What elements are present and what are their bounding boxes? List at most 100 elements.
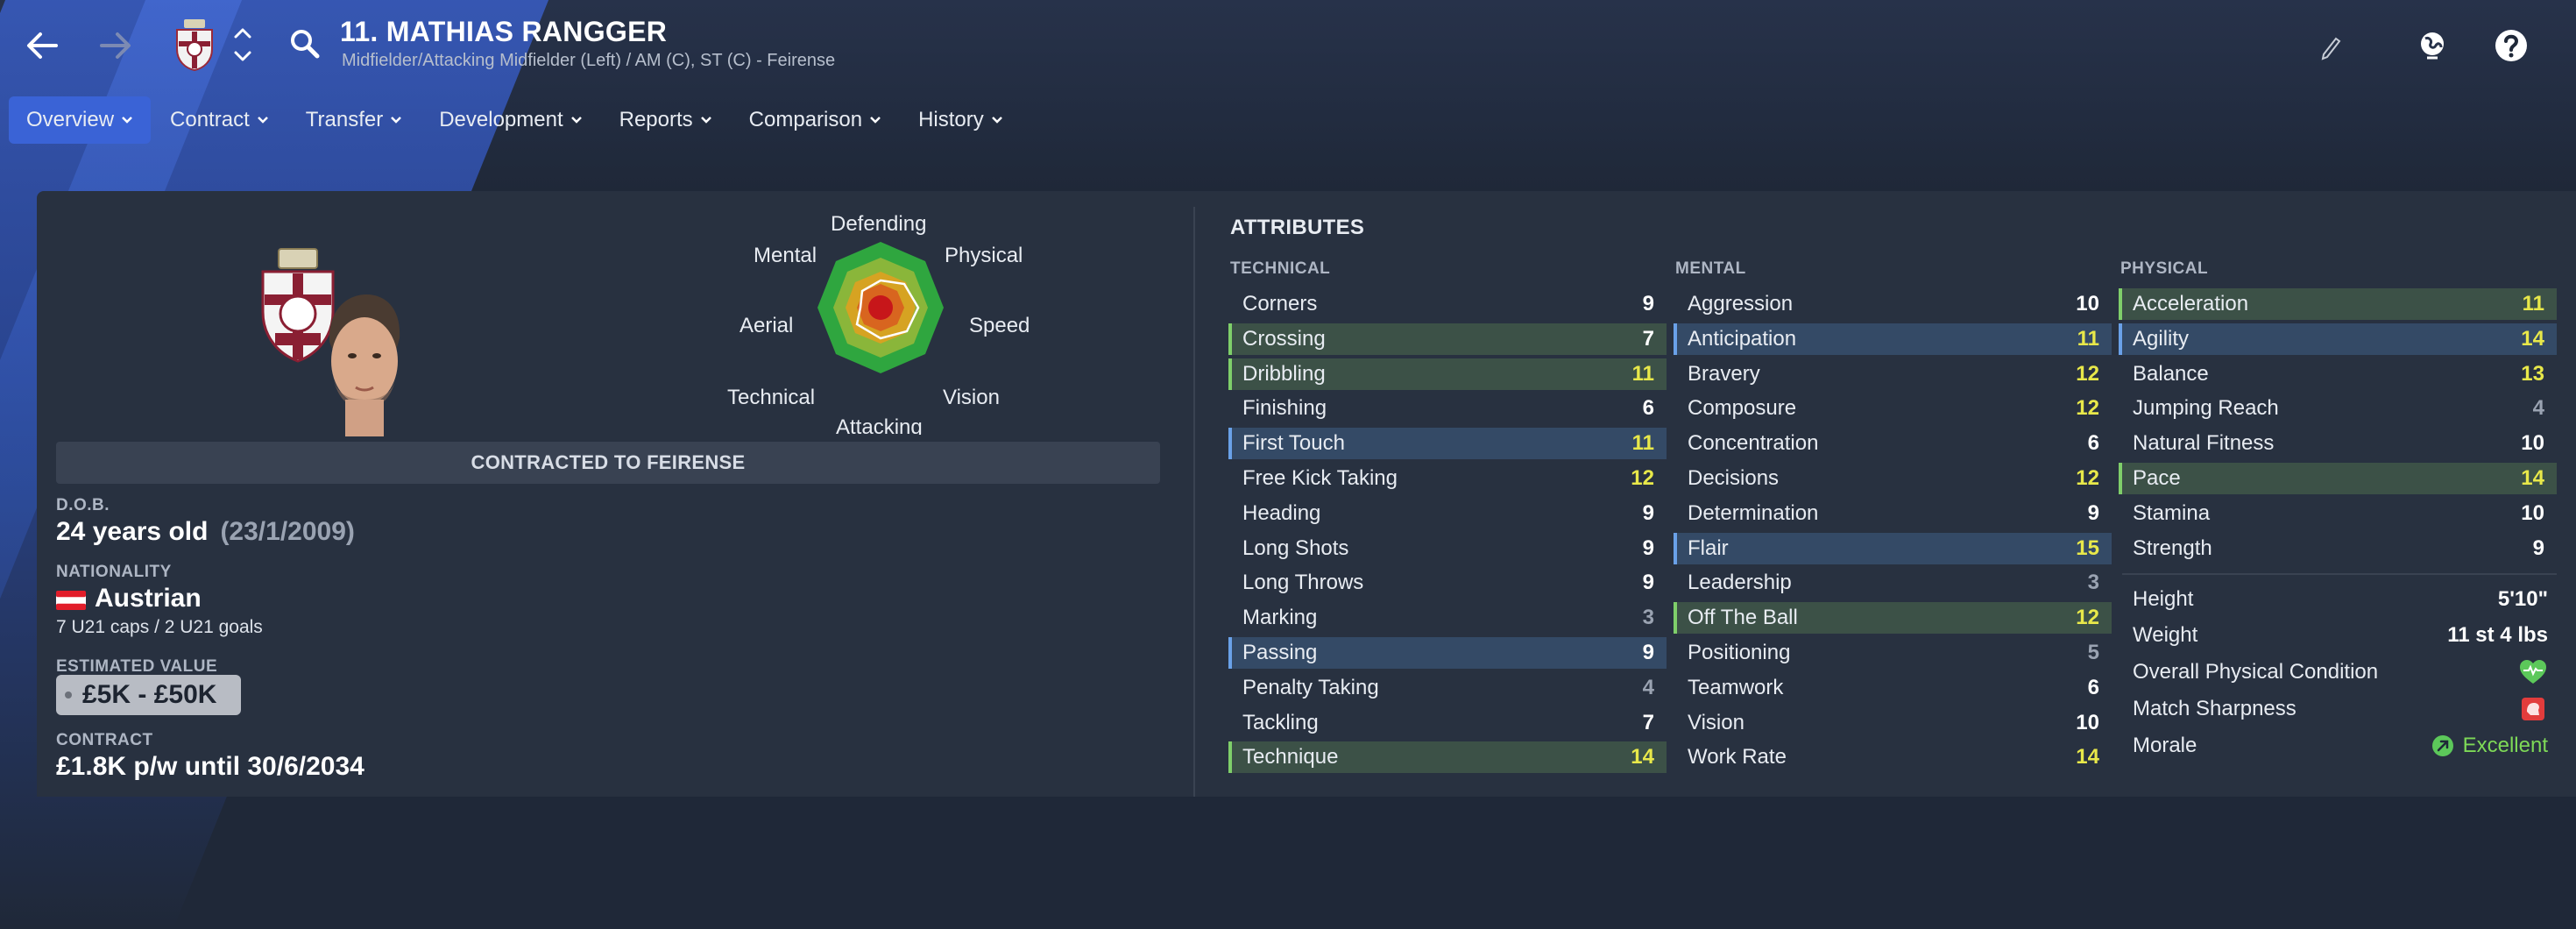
radar-core [868,295,893,320]
attribute-row-penalty-taking[interactable]: Penalty Taking 4 [1228,672,1667,704]
nationality-label: NATIONALITY [56,563,172,581]
search-icon[interactable] [287,26,322,61]
attribute-row-long-throws[interactable]: Long Throws 9 [1228,567,1667,599]
attribute-row-anticipation[interactable]: Anticipation 11 [1674,323,2112,355]
attribute-name: Flair [1688,535,1729,560]
attribute-row-concentration[interactable]: Concentration 6 [1674,428,2112,459]
attribute-name: Pace [2133,466,2181,490]
attribute-name: Stamina [2133,500,2211,525]
contract-label: CONTRACT [56,731,153,749]
attributes-title: ATTRIBUTES [1230,216,1365,239]
attribute-row-pace[interactable]: Pace 14 [2119,463,2557,494]
tab-label: Development [439,108,563,131]
attribute-row-stamina[interactable]: Stamina 10 [2119,498,2557,529]
attribute-value: 12 [2076,466,2099,490]
height-value: 5'10" [2497,587,2548,611]
radar-label-technical: Technical [727,386,816,409]
weight-row: Weight 11 st 4 lbs [2122,618,2557,653]
globe-icon[interactable] [2415,28,2450,63]
attribute-value: 3 [2087,571,2099,595]
club-crest-icon[interactable] [172,18,217,72]
dob-label: D.O.B. [56,496,110,514]
tab-comparison[interactable]: Comparison [732,96,899,144]
height-row: Height 5'10" [2122,582,2557,617]
attribute-row-aggression[interactable]: Aggression 10 [1674,288,2112,320]
value-label: ESTIMATED VALUE [56,657,218,676]
tab-development[interactable]: Development [421,96,599,144]
attribute-row-natural-fitness[interactable]: Natural Fitness 10 [2119,428,2557,459]
attribute-value: 9 [1642,641,1654,664]
attribute-row-work-rate[interactable]: Work Rate 14 [1674,741,2112,773]
nationality-value: Austrian [95,584,202,613]
tab-contract[interactable]: Contract [152,96,287,144]
attribute-row-passing[interactable]: Passing 9 [1228,637,1667,669]
pencil-icon[interactable] [2318,28,2343,63]
attribute-row-jumping-reach[interactable]: Jumping Reach 4 [2119,393,2557,424]
attribute-row-agility[interactable]: Agility 14 [2119,323,2557,355]
attribute-row-finishing[interactable]: Finishing 6 [1228,393,1667,424]
radar-label-physical: Physical [945,244,1023,267]
morale-row[interactable]: Morale Excellent [2122,728,2557,763]
help-icon[interactable] [2494,28,2529,63]
attribute-name: Dribbling [1242,361,1326,386]
tab-history[interactable]: History [901,96,1021,144]
attribute-name: Heading [1242,500,1321,525]
attribute-value: 11 [2522,292,2544,316]
attribute-row-technique[interactable]: Technique 14 [1228,741,1667,774]
condition-row[interactable]: Overall Physical Condition [2122,655,2557,690]
tab-reports[interactable]: Reports [602,96,730,144]
attribute-row-composure[interactable]: Composure 12 [1674,393,2112,424]
radar-label-speed: Speed [969,314,1030,337]
attribute-value: 13 [2521,361,2544,386]
attribute-value: 12 [2076,606,2099,630]
estimated-value-badge[interactable]: £5K - £50K [56,675,242,715]
contract-banner: CONTRACTED TO FEIRENSE [56,442,1160,484]
attribute-row-tackling[interactable]: Tackling 7 [1228,707,1667,739]
attribute-row-strength[interactable]: Strength 9 [2119,533,2557,564]
radar-label-mental: Mental [754,244,817,267]
attribute-value: 5 [2087,641,2099,664]
attribute-row-marking[interactable]: Marking 3 [1228,602,1667,634]
attribute-row-long-shots[interactable]: Long Shots 9 [1228,533,1667,564]
attribute-row-positioning[interactable]: Positioning 5 [1674,637,2112,669]
forward-arrow-icon[interactable] [93,23,138,68]
attribute-row-determination[interactable]: Determination 9 [1674,498,2112,529]
physical-separator [2122,573,2557,575]
attribute-row-vision[interactable]: Vision 10 [1674,707,2112,739]
up-down-icon[interactable] [230,23,256,67]
attribute-name: Free Kick Taking [1242,466,1398,490]
estimated-value: £5K - £50K [82,680,217,709]
attribute-value: 3 [1642,606,1654,630]
attribute-row-teamwork[interactable]: Teamwork 6 [1674,672,2112,704]
attribute-row-bravery[interactable]: Bravery 12 [1674,358,2112,390]
attribute-row-first-touch[interactable]: First Touch 11 [1228,428,1667,460]
attribute-row-free-kick-taking[interactable]: Free Kick Taking 12 [1228,463,1667,494]
attribute-name: Crossing [1242,326,1326,351]
attribute-row-crossing[interactable]: Crossing 7 [1228,323,1667,355]
attribute-name: Marking [1242,606,1318,630]
attribute-row-decisions[interactable]: Decisions 12 [1674,463,2112,494]
attribute-row-off-the-ball[interactable]: Off The Ball 12 [1674,602,2112,635]
back-arrow-icon[interactable] [19,23,65,68]
attribute-name: Natural Fitness [2133,431,2275,456]
radar-label-defending: Defending [831,212,927,236]
attribute-name: Teamwork [1688,675,1784,699]
sharpness-row[interactable]: Match Sharpness [2122,691,2557,727]
attribute-row-heading[interactable]: Heading 9 [1228,498,1667,529]
tab-transfer[interactable]: Transfer [288,96,420,144]
attribute-row-flair[interactable]: Flair 15 [1674,532,2112,564]
radar-label-vision: Vision [943,386,1000,409]
attribute-row-dribbling[interactable]: Dribbling 11 [1228,358,1667,390]
tab-overview[interactable]: Overview [9,96,152,144]
sharpness-icon [2522,698,2544,720]
tab-label: Comparison [748,108,863,131]
contract-value: £1.8K p/w until 30/6/2034 [56,752,364,781]
attribute-row-corners[interactable]: Corners 9 [1228,288,1667,320]
attribute-row-balance[interactable]: Balance 13 [2119,358,2557,390]
attribute-row-leadership[interactable]: Leadership 3 [1674,567,2112,599]
attribute-row-acceleration[interactable]: Acceleration 11 [2119,288,2557,320]
sharpness-label: Match Sharpness [2133,697,2296,720]
morale-label: Morale [2133,734,2197,757]
tab-label: History [918,108,984,131]
radar-label-attacking: Attacking [836,415,923,435]
